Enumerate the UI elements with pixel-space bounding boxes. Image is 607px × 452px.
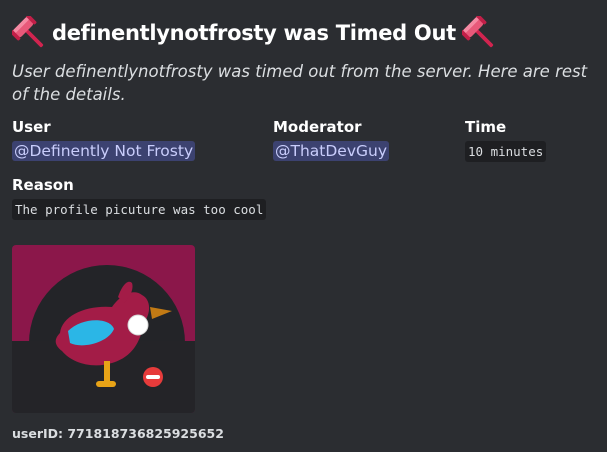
embed-footer: userID: 771818736825925652 [12,426,224,441]
bird-avatar [12,245,195,413]
embed-title-row: definentlynotfrosty was Timed Out [12,12,595,54]
timeout-embed: definentlynotfrosty was Timed Out User d… [0,0,607,452]
field-time: Time 10 minutes [465,117,547,163]
field-name-time: Time [465,118,507,136]
embed-description: User definentlynotfrosty was timed out f… [12,62,588,104]
gavel-icon [461,16,493,48]
field-user: User @Definently Not Frosty [12,117,196,162]
field-name-user: User [12,118,51,136]
field-name-moderator: Moderator [273,118,362,136]
reason-value: The profile picuture was too cool [12,199,267,220]
gavel-icon [12,16,44,48]
embed-fields: User @Definently Not Frosty Moderator @T… [12,117,595,173]
time-value: 10 minutes [465,141,547,162]
field-reason: Reason The profile picuture was too cool [12,175,595,221]
embed-title: definentlynotfrosty was Timed Out [52,21,456,45]
field-moderator: Moderator @ThatDevGuy [273,117,390,162]
field-name-reason: Reason [12,176,74,194]
user-mention[interactable]: @Definently Not Frosty [12,141,196,161]
moderator-mention[interactable]: @ThatDevGuy [273,141,390,161]
user-avatar-image[interactable] [12,245,195,413]
